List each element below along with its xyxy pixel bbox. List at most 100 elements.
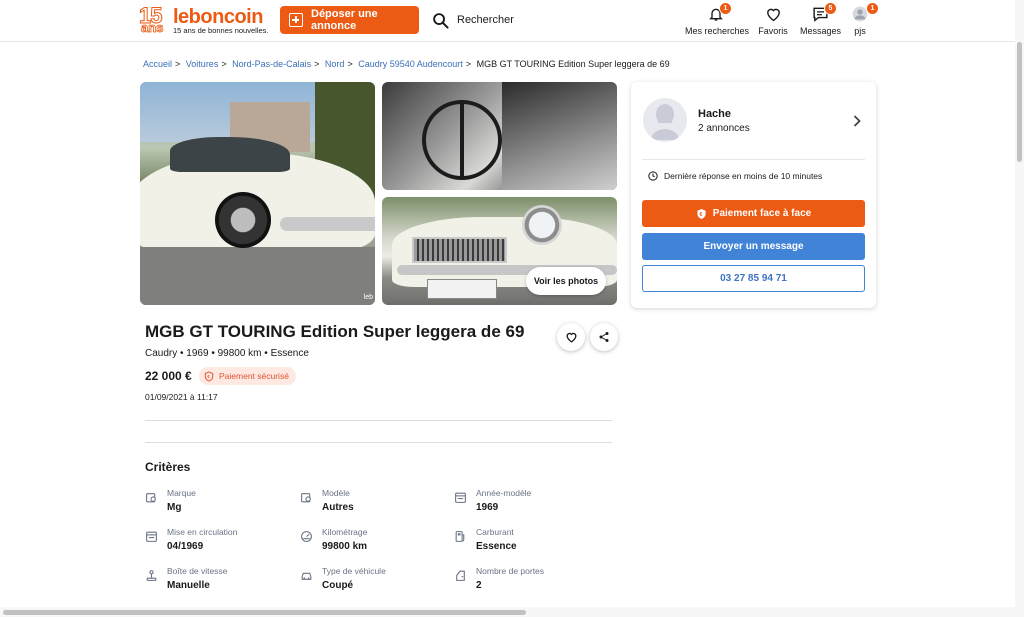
criteria-item-registration: Mise en circulation 04/1969	[145, 527, 295, 557]
breadcrumb-current: MGB GT TOURING Edition Super leggera de …	[476, 59, 670, 69]
main-photo[interactable]: leb	[140, 82, 375, 305]
svg-text:€: €	[699, 211, 702, 217]
criteria-item-gearbox: Boîte de vitesse Manuelle	[145, 566, 295, 596]
nav-account[interactable]: 1 pjs	[848, 2, 879, 38]
criteria-value: Coupé	[322, 580, 354, 591]
criteria-label: Marque	[167, 488, 196, 498]
favorite-button[interactable]	[557, 323, 585, 351]
reply-time: Dernière réponse en moins de 10 minutes	[648, 171, 822, 181]
deposit-ad-button[interactable]: Déposer une annonce	[280, 6, 419, 34]
phone-number-button[interactable]: 03 27 85 94 71	[642, 265, 865, 292]
logo-ans: ans	[141, 20, 164, 35]
scrollbar-thumb[interactable]	[1017, 42, 1022, 162]
criteria-value: 2	[476, 580, 482, 591]
nav-messages-label: Messages	[800, 26, 842, 36]
breadcrumb-region[interactable]: Nord-Pas-de-Calais	[232, 59, 311, 69]
scrollbar-thumb[interactable]	[3, 610, 526, 615]
listing-price: 22 000 €	[145, 369, 192, 383]
plus-square-icon	[289, 13, 303, 27]
photo-watermark: leb	[363, 294, 373, 301]
saved-searches-badge: 1	[719, 2, 732, 15]
criteria-value: Essence	[476, 541, 517, 552]
listing-title: MGB GT TOURING Edition Super leggera de …	[145, 322, 525, 341]
search-label: Rechercher	[457, 14, 514, 26]
divider	[145, 442, 612, 443]
criteria-value: Manuelle	[167, 580, 210, 591]
seller-ads-count: 2 annonces	[698, 123, 750, 134]
criteria-label: Mise en circulation	[167, 527, 238, 537]
criteria-label: Carburant	[476, 527, 514, 537]
door-icon	[456, 570, 465, 581]
car-type-icon	[301, 572, 312, 580]
listing-date: 01/09/2021 à 11:17	[145, 392, 218, 402]
heart-icon	[766, 8, 780, 22]
search-link[interactable]: Rechercher	[432, 10, 514, 30]
nav-saved-searches[interactable]: 1 Mes recherches	[685, 2, 750, 38]
criteria-item-model-year: Année-modèle 1969	[454, 488, 604, 518]
nav-account-label: pjs	[854, 26, 866, 36]
criteria-label: Boîte de vitesse	[167, 566, 228, 576]
criteria-item-brand: Marque Mg	[145, 488, 295, 518]
nav-favorites-label: Favoris	[758, 26, 788, 36]
criteria-label: Kilométrage	[322, 527, 368, 537]
criteria-value: 04/1969	[167, 541, 204, 552]
gearbox-icon	[146, 570, 157, 581]
logo-tagline: 15 ans de bonnes nouvelles.	[173, 26, 269, 35]
seller-name[interactable]: Hache	[698, 108, 731, 120]
share-button[interactable]	[590, 323, 618, 351]
breadcrumb-accueil[interactable]: Accueil	[143, 59, 172, 69]
shield-euro-icon: €	[697, 208, 706, 219]
criteria-value: Mg	[167, 502, 182, 513]
user-silhouette-icon	[651, 104, 679, 140]
seller-avatar[interactable]	[643, 98, 687, 142]
criteria-title: Critères	[145, 460, 191, 474]
criteria-label: Nombre de portes	[476, 566, 545, 576]
breadcrumb-department[interactable]: Nord	[325, 59, 345, 69]
criteria-value: 99800 km	[322, 541, 368, 552]
send-message-button[interactable]: Envoyer un message	[642, 233, 865, 260]
breadcrumb-voitures[interactable]: Voitures	[186, 59, 219, 69]
vertical-scrollbar[interactable]	[1015, 0, 1024, 617]
criteria-item-model: Modèle Autres	[300, 488, 450, 518]
leboncoin-logo[interactable]: 15 ans leboncoin 15 ans de bonnes nouvel…	[138, 4, 268, 37]
interior-photo[interactable]	[382, 82, 617, 190]
model-icon	[301, 493, 311, 503]
fuel-icon	[455, 531, 465, 542]
heart-icon	[566, 332, 576, 343]
face-to-face-payment-label: Paiement face à face	[712, 208, 812, 219]
gauge-icon	[301, 531, 312, 542]
logo-wordmark: leboncoin	[173, 6, 263, 28]
breadcrumb: Accueil > Voitures > Nord-Pas-de-Calais > N…	[143, 59, 670, 69]
criteria-label: Année-modèle	[476, 488, 532, 498]
share-icon	[599, 332, 609, 342]
secure-payment-badge: € Paiement sécurisé	[199, 367, 296, 385]
criteria-label: Modèle	[322, 488, 350, 498]
nav-messages[interactable]: 5 Messages	[800, 2, 842, 38]
search-icon	[433, 12, 449, 29]
chevron-right-icon[interactable]	[853, 115, 861, 127]
account-badge: 1	[866, 2, 879, 15]
deposit-ad-label: Déposer une annonce	[311, 8, 378, 32]
criteria-value: Autres	[322, 502, 354, 513]
nav-saved-searches-label: Mes recherches	[685, 26, 750, 36]
face-to-face-payment-button[interactable]: € Paiement face à face	[642, 200, 865, 227]
horizontal-scrollbar[interactable]	[0, 607, 1024, 617]
criteria-item-doors: Nombre de portes 2	[454, 566, 604, 596]
shield-icon: €	[204, 370, 214, 382]
criteria-value: 1969	[476, 502, 499, 513]
criteria-item-vehicle-type: Type de véhicule Coupé	[300, 566, 450, 596]
svg-text:€: €	[207, 374, 210, 379]
criteria-label: Type de véhicule	[322, 566, 386, 576]
nav-favorites[interactable]: Favoris	[757, 4, 789, 38]
secure-payment-label: Paiement sécurisé	[219, 371, 289, 381]
brand-icon	[146, 493, 156, 503]
listing-subtitle: Caudry • 1969 • 99800 km • Essence	[145, 348, 309, 359]
criteria-item-fuel: Carburant Essence	[454, 527, 604, 557]
divider	[642, 159, 865, 160]
reply-time-label: Dernière réponse en moins de 10 minutes	[664, 171, 823, 181]
breadcrumb-city[interactable]: Caudry 59540 Audencourt	[358, 59, 463, 69]
clock-icon	[648, 171, 658, 181]
calendar-icon	[146, 531, 157, 542]
see-photos-button[interactable]: Voir les photos	[526, 267, 606, 295]
seller-card: Hache 2 annonces Dernière réponse en moi…	[631, 82, 876, 308]
